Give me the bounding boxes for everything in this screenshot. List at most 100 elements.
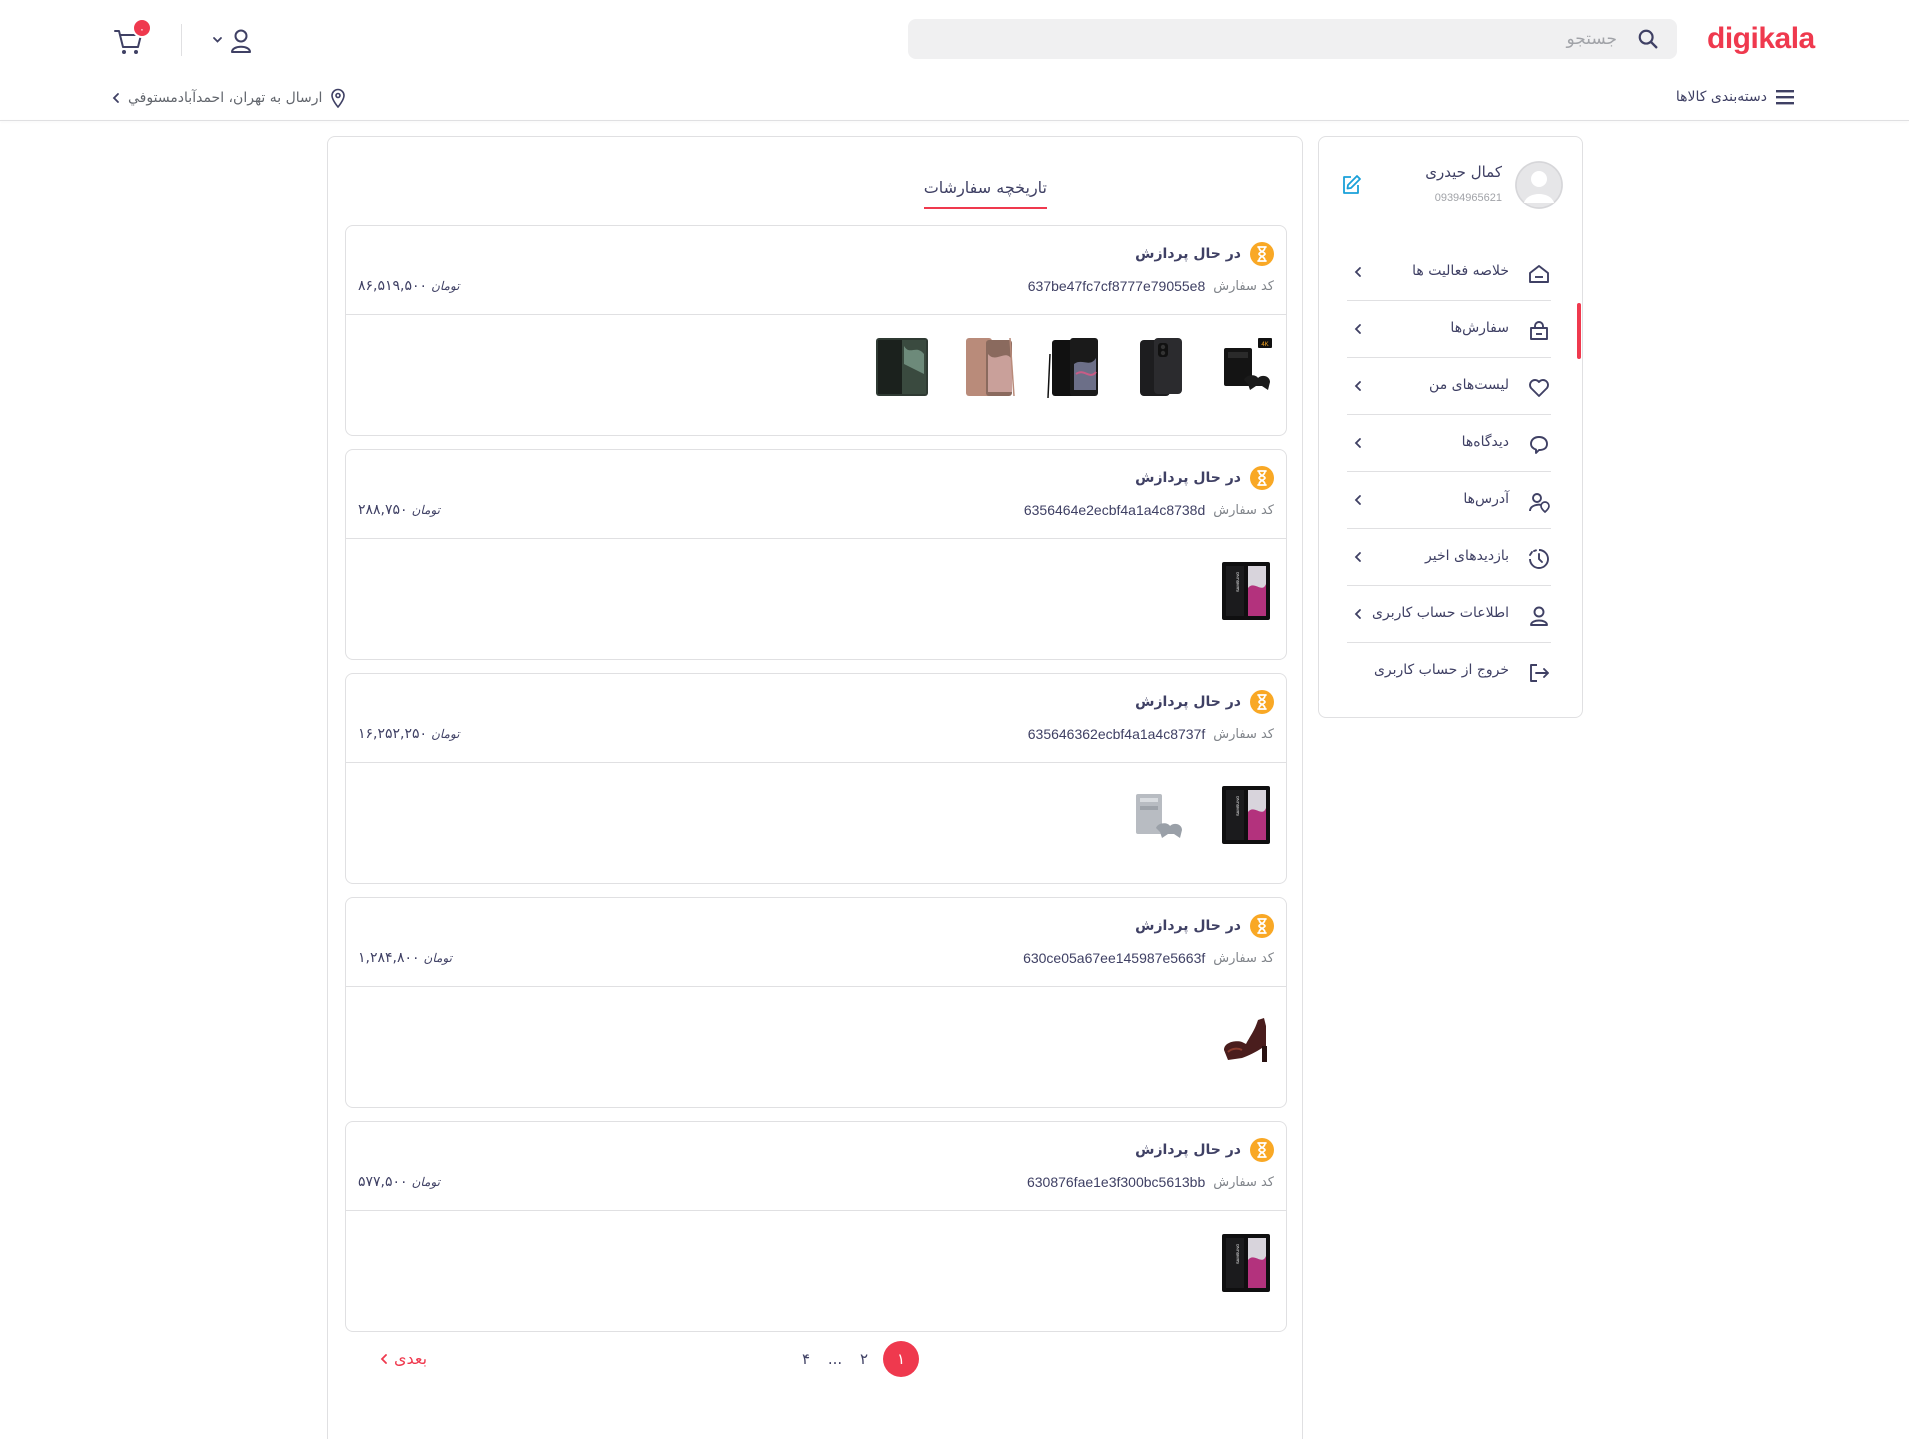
page-1-current[interactable]: ۱ bbox=[883, 1341, 919, 1377]
menu-item-comments[interactable]: دیدگاه‌ها bbox=[1347, 415, 1551, 472]
order-code: 6356464e2ecbf4a1a4c8738d bbox=[1023, 502, 1206, 518]
order-card[interactable]: در حال پردازش 630876fae1e3f300bc5613bb ک… bbox=[345, 1121, 1287, 1332]
order-status: در حال پردازش bbox=[1135, 1138, 1274, 1162]
tab-order-history[interactable]: تاریخچه سفارشات bbox=[923, 178, 1047, 209]
chevron-left-icon bbox=[380, 1353, 387, 1364]
order-items: 4K bbox=[874, 334, 1274, 404]
order-total-price: ۱۶,۲۵۲,۲۵۰ bbox=[358, 726, 428, 742]
order-status: در حال پردازش bbox=[1135, 242, 1274, 266]
chevron-left-icon bbox=[1354, 438, 1361, 448]
order-code-label: کد سفارش bbox=[1213, 1174, 1274, 1190]
order-divider bbox=[346, 314, 1286, 315]
order-items: SAMSUNG bbox=[1132, 782, 1274, 852]
shipping-location[interactable]: ارسال به تهران، احمدآبادمستوفي bbox=[112, 88, 346, 108]
search-input[interactable]: جستجو bbox=[908, 19, 1677, 59]
menu-item-label: اطلاعات حساب کاربری bbox=[1372, 605, 1509, 621]
menu-item-recent-visits[interactable]: بازدیدهای اخیر bbox=[1347, 529, 1551, 586]
shipping-text: ارسال به تهران، احمدآبادمستوفي bbox=[128, 90, 323, 106]
order-divider bbox=[346, 986, 1286, 987]
order-status-label: در حال پردازش bbox=[1135, 246, 1241, 262]
header-divider bbox=[181, 24, 182, 56]
orders-panel: تاریخچه سفارشات در حال پردازش 637be47fc7… bbox=[327, 136, 1303, 1439]
product-thumbnail-samsung-galaxy-note20[interactable] bbox=[960, 334, 1016, 404]
menu-item-orders[interactable]: سفارش‌ها bbox=[1347, 301, 1551, 358]
menu-item-label: خروج از حساب کاربری bbox=[1373, 662, 1509, 678]
hourglass-icon bbox=[1250, 1138, 1274, 1162]
order-total-price: ۱,۲۸۴,۸۰۰ bbox=[358, 950, 420, 966]
menu-item-account-info[interactable]: اطلاعات حساب کاربری bbox=[1347, 586, 1551, 643]
menu-item-my-lists[interactable]: لیست‌های من bbox=[1347, 358, 1551, 415]
logout-icon bbox=[1530, 664, 1549, 682]
chevron-left-icon bbox=[1354, 552, 1361, 562]
order-card[interactable]: در حال پردازش 637be47fc7cf8777e79055e8 ک… bbox=[345, 225, 1287, 436]
order-items bbox=[1218, 1006, 1274, 1076]
order-card[interactable]: در حال پردازش 630ce05a67ee145987e5663f ک… bbox=[345, 897, 1287, 1108]
order-code-label: کد سفارش bbox=[1213, 278, 1274, 294]
order-code: 630876fae1e3f300bc5613bb bbox=[1026, 1174, 1206, 1190]
order-card[interactable]: در حال پردازش 635646362ecbf4a1a4c8737f ک… bbox=[345, 673, 1287, 884]
hourglass-icon bbox=[1250, 690, 1274, 714]
order-divider bbox=[346, 1210, 1286, 1211]
location-pin-icon bbox=[331, 88, 346, 108]
product-thumbnail-platform-heel-shoe[interactable] bbox=[1218, 1006, 1274, 1076]
svg-text:SAMSUNG: SAMSUNG bbox=[1235, 572, 1240, 592]
categories-menu[interactable]: دسته‌بندی کالاها bbox=[1676, 88, 1795, 106]
chevron-left-icon bbox=[112, 93, 119, 103]
menu-item-logout[interactable]: خروج از حساب کاربری bbox=[1347, 643, 1551, 700]
edit-profile-icon[interactable] bbox=[1339, 173, 1363, 197]
bag-icon bbox=[1530, 321, 1548, 340]
search-placeholder: جستجو bbox=[1566, 29, 1617, 49]
product-thumbnail-playstation-console[interactable]: 4K bbox=[1218, 334, 1274, 404]
currency-label: تومان bbox=[411, 503, 441, 517]
menu-item-activity-summary[interactable]: خلاصه فعالیت ها bbox=[1347, 244, 1551, 301]
user-menu-icon[interactable] bbox=[208, 26, 254, 56]
order-code: 635646362ecbf4a1a4c8737f bbox=[1027, 726, 1206, 742]
order-status-label: در حال پردازش bbox=[1135, 470, 1241, 486]
hourglass-icon bbox=[1250, 914, 1274, 938]
cart-count-badge: ۰ bbox=[132, 18, 152, 38]
profile-phone: 09394965621 bbox=[1434, 192, 1502, 204]
order-divider bbox=[346, 762, 1286, 763]
order-items: SAMSUNG bbox=[1218, 1230, 1274, 1300]
digikala-logo[interactable]: digikala bbox=[1707, 22, 1815, 56]
order-items: SAMSUNG bbox=[1218, 558, 1274, 628]
order-status-label: در حال پردازش bbox=[1135, 1142, 1241, 1158]
clock-icon bbox=[1529, 549, 1549, 569]
active-menu-indicator bbox=[1577, 303, 1581, 359]
order-status-label: در حال پردازش bbox=[1135, 694, 1241, 710]
order-code: 630ce05a67ee145987e5663f bbox=[1023, 950, 1206, 966]
order-status: در حال پردازش bbox=[1135, 914, 1274, 938]
currency-label: تومان bbox=[423, 951, 452, 965]
order-divider bbox=[346, 538, 1286, 539]
product-thumbnail-samsung-galaxy-a53[interactable]: SAMSUNG bbox=[1218, 1230, 1274, 1300]
menu-item-label: بازدیدهای اخیر bbox=[1425, 548, 1509, 564]
avatar bbox=[1515, 161, 1563, 209]
product-thumbnail-samsung-galaxy-z-fold[interactable] bbox=[874, 334, 930, 404]
page-2[interactable]: ۲ bbox=[848, 1343, 880, 1375]
product-thumbnail-samsung-galaxy-a53[interactable]: SAMSUNG bbox=[1218, 558, 1274, 628]
product-thumbnail-playstation-console-silver[interactable] bbox=[1132, 782, 1188, 852]
hourglass-icon bbox=[1250, 242, 1274, 266]
menu-item-label: آدرس‌ها bbox=[1463, 491, 1509, 507]
product-thumbnail-samsung-galaxy-s22-ultra[interactable] bbox=[1046, 334, 1102, 404]
chevron-left-icon bbox=[1354, 609, 1361, 619]
next-page-label: بعدی bbox=[394, 1349, 428, 1368]
order-card[interactable]: در حال پردازش 6356464e2ecbf4a1a4c8738d ک… bbox=[345, 449, 1287, 660]
hourglass-icon bbox=[1250, 466, 1274, 490]
next-page-button[interactable]: بعدی bbox=[380, 1349, 427, 1368]
order-total-price: ۸۶,۵۱۹,۵۰۰ bbox=[358, 278, 428, 294]
page-4[interactable]: ۴ bbox=[790, 1343, 822, 1375]
menu-item-addresses[interactable]: آدرس‌ها bbox=[1347, 472, 1551, 529]
order-total-price: ۲۸۸,۷۵۰ bbox=[358, 502, 408, 518]
chevron-left-icon bbox=[1354, 324, 1361, 334]
categories-label: دسته‌بندی کالاها bbox=[1675, 89, 1767, 105]
svg-text:SAMSUNG: SAMSUNG bbox=[1235, 796, 1240, 816]
heart-icon bbox=[1529, 379, 1549, 397]
menu-item-label: سفارش‌ها bbox=[1450, 320, 1509, 336]
product-thumbnail-samsung-galaxy-a12[interactable] bbox=[1132, 334, 1188, 404]
product-thumbnail-samsung-galaxy-a53[interactable]: SAMSUNG bbox=[1218, 782, 1274, 852]
order-status: در حال پردازش bbox=[1135, 690, 1274, 714]
chevron-left-icon bbox=[1354, 495, 1361, 505]
currency-label: تومان bbox=[411, 1175, 441, 1189]
pagination: بعدی ۴ ... ۲ ۱ bbox=[328, 1341, 1304, 1391]
